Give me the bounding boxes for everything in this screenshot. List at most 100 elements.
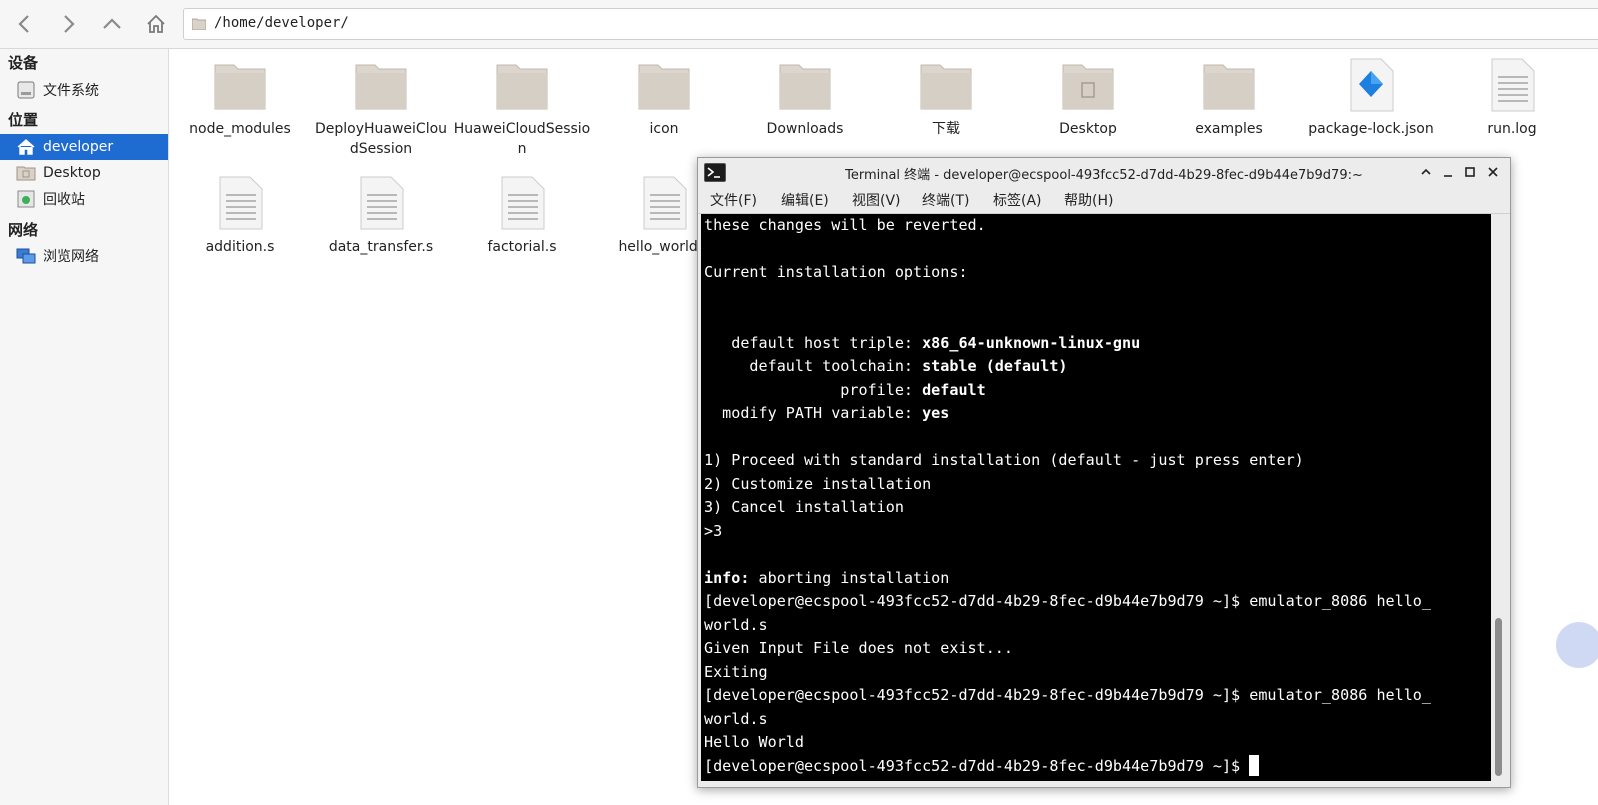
terminal-line: info: aborting installation (704, 568, 950, 587)
sidebar-item-label: 浏览网络 (43, 249, 99, 265)
sidebar-item-label: Desktop (43, 165, 101, 181)
sidebar-item-filesystem[interactable]: 文件系统 (0, 77, 168, 103)
file-name: factorial.s (487, 239, 557, 255)
sidebar-item-developer[interactable]: developer (0, 134, 168, 160)
json-file-icon (1350, 58, 1394, 112)
terminal-cursor (1249, 754, 1260, 776)
sidebar-item-trash[interactable]: 回收站 (0, 186, 168, 212)
text-file-icon (360, 176, 404, 230)
file-name: icon (649, 121, 679, 137)
close-button[interactable] (1483, 162, 1503, 182)
terminal-scrollbar[interactable] (1491, 214, 1507, 781)
file-item[interactable]: examples (1159, 57, 1299, 139)
file-name: run.log (1487, 121, 1537, 137)
chevron-up-icon (1421, 168, 1431, 175)
close-icon (1488, 167, 1498, 177)
terminal-line: [developer@ecspool-493fcc52-d7dd-4b29-8f… (704, 686, 1431, 704)
file-name: data_transfer.s (328, 239, 434, 255)
terminal-title: Terminal 终端 - developer@ecspool-493fcc52… (845, 168, 1363, 183)
file-item[interactable]: DeployHuaweiCloudSession (311, 57, 451, 159)
terminal-line: 1) Proceed with standard installation (d… (704, 451, 1304, 469)
terminal-line: 3) Cancel installation (704, 498, 904, 516)
chevron-right-icon (64, 15, 75, 33)
file-name: node_modules (189, 121, 291, 137)
sidebar-section-devices: 设备 (8, 54, 39, 72)
folder-icon (1203, 64, 1255, 110)
file-item[interactable]: icon (594, 57, 734, 139)
terminal-menubar: 文件(F) 编辑(E) 视图(V) 终端(T) 标签(A) 帮助(H) (698, 186, 1510, 214)
folder-icon (192, 18, 206, 30)
file-item[interactable]: 下载 (876, 57, 1016, 139)
folder-icon (214, 64, 266, 110)
terminal-line: these changes will be reverted. (704, 216, 986, 234)
file-item[interactable]: Downloads (735, 57, 875, 139)
file-item[interactable]: data_transfer.s (311, 175, 451, 257)
scrollbar-thumb[interactable] (1495, 618, 1502, 776)
menu-tabs[interactable]: 标签(A) (993, 190, 1042, 210)
folder-icon (496, 64, 548, 110)
up-button[interactable] (96, 8, 128, 40)
terminal-line: Hello World (704, 733, 804, 751)
menu-view[interactable]: 视图(V) (852, 190, 901, 210)
terminal-line: Current installation options: (704, 263, 968, 281)
file-item[interactable]: run.log (1442, 57, 1582, 139)
menu-edit[interactable]: 编辑(E) (781, 190, 829, 210)
terminal-line: [developer@ecspool-493fcc52-d7dd-4b29-8f… (704, 592, 1431, 610)
terminal-line: world.s (704, 709, 768, 728)
home-icon (16, 137, 36, 157)
file-manager-toolbar: /home/developer/ (0, 0, 1598, 49)
sidebar: 设备 文件系统 位置 developer Desktop 回收站 网络 浏览网络 (0, 49, 169, 805)
home-button[interactable] (140, 8, 172, 40)
chevron-left-icon (18, 15, 29, 33)
terminal-line: default host triple: x86_64-unknown-linu… (704, 333, 1141, 352)
back-button[interactable] (9, 8, 41, 40)
forward-button[interactable] (52, 8, 84, 40)
network-icon (16, 246, 36, 266)
sidebar-item-label: 文件系统 (43, 83, 99, 99)
file-name: DeployHuaweiCloudSession (314, 121, 448, 157)
maximize-icon (1465, 167, 1475, 177)
desktop-folder-icon (16, 163, 36, 183)
sidebar-item-label: 回收站 (43, 192, 85, 208)
home-icon (147, 14, 165, 33)
folder-icon (638, 64, 690, 110)
terminal-line: 2) Customize installation (704, 474, 932, 493)
terminal-line: world.s (704, 615, 768, 634)
file-item[interactable]: HuaweiCloudSession (452, 57, 592, 159)
folder-icon (920, 64, 972, 110)
drive-icon (16, 80, 36, 100)
floating-assistant-button[interactable] (1556, 622, 1598, 668)
file-name: package-lock.json (1308, 121, 1434, 137)
terminal-line: Given Input File does not exist... (704, 639, 1013, 657)
terminal-output[interactable]: these changes will be reverted. Current i… (701, 214, 1491, 781)
file-name: HuaweiCloudSession (453, 121, 591, 157)
menu-help[interactable]: 帮助(H) (1064, 190, 1113, 210)
sidebar-item-label: developer (43, 139, 114, 155)
maximize-button[interactable] (1460, 162, 1480, 182)
minimize-button[interactable] (1438, 162, 1458, 182)
terminal-window: Terminal 终端 - developer@ecspool-493fcc52… (697, 157, 1511, 788)
text-file-icon (501, 176, 545, 230)
shade-button[interactable] (1416, 162, 1436, 182)
terminal-line: >3 (704, 521, 723, 540)
file-name: examples (1195, 121, 1263, 137)
terminal-titlebar[interactable]: Terminal 终端 - developer@ecspool-493fcc52… (698, 158, 1510, 186)
terminal-line: Exiting (704, 662, 768, 681)
terminal-line: modify PATH variable: yes (704, 404, 950, 422)
menu-terminal[interactable]: 终端(T) (922, 190, 969, 210)
file-item[interactable]: addition.s (170, 175, 310, 257)
file-item[interactable]: factorial.s (452, 175, 592, 257)
file-item[interactable]: node_modules (170, 57, 310, 139)
file-name: Downloads (766, 121, 844, 137)
sidebar-item-browse-network[interactable]: 浏览网络 (0, 243, 168, 269)
desktop-folder-icon (1062, 64, 1114, 110)
folder-icon (779, 64, 831, 110)
terminal-line: profile: default (704, 380, 986, 399)
menu-file[interactable]: 文件(F) (710, 190, 757, 210)
file-item[interactable]: Desktop (1018, 57, 1158, 139)
sidebar-item-desktop[interactable]: Desktop (0, 160, 168, 186)
sidebar-section-network: 网络 (8, 221, 39, 239)
file-name: addition.s (205, 239, 275, 255)
address-bar[interactable]: /home/developer/ (183, 8, 1598, 40)
file-item[interactable]: package-lock.json (1301, 57, 1441, 139)
